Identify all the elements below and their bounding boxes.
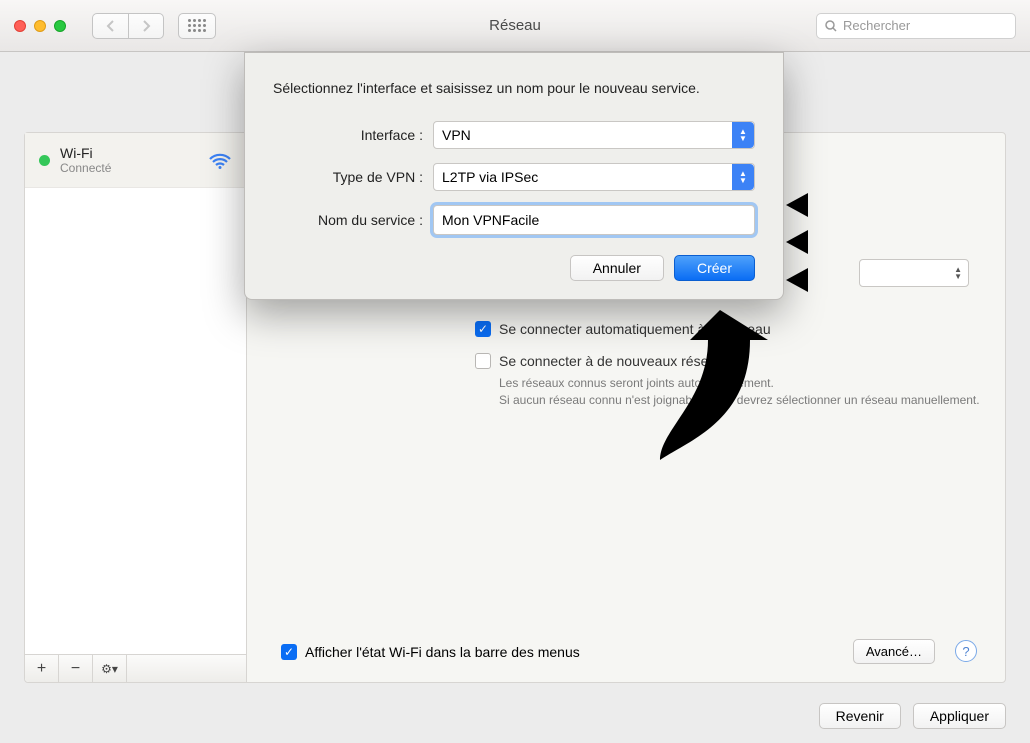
revert-button[interactable]: Revenir bbox=[819, 703, 901, 729]
sheet-buttons: Annuler Créer bbox=[273, 255, 755, 281]
auto-connect-checkbox[interactable]: ✓ bbox=[475, 321, 491, 337]
add-service-button[interactable]: + bbox=[25, 655, 59, 682]
service-actions-button[interactable]: ⚙︎▾ bbox=[93, 655, 127, 682]
service-name-label: Nom du service : bbox=[273, 212, 423, 228]
select-arrows-icon: ▲▼ bbox=[732, 164, 754, 190]
wifi-icon bbox=[208, 151, 232, 169]
search-placeholder: Rechercher bbox=[843, 18, 910, 33]
interface-label: Interface : bbox=[273, 127, 423, 143]
grid-icon bbox=[188, 19, 206, 32]
annotation-curved-arrow-icon bbox=[650, 290, 790, 475]
show-wifi-label: Afficher l'état Wi-Fi dans la barre des … bbox=[305, 644, 580, 660]
apply-button[interactable]: Appliquer bbox=[913, 703, 1006, 729]
remove-service-button[interactable]: − bbox=[59, 655, 93, 682]
location-select[interactable]: ▲▼ bbox=[859, 259, 969, 287]
traffic-lights bbox=[14, 20, 66, 32]
vpn-type-label: Type de VPN : bbox=[273, 169, 423, 185]
sidebar-toolbar-spacer bbox=[127, 655, 246, 682]
create-button[interactable]: Créer bbox=[674, 255, 755, 281]
annotation-pointer-icon bbox=[786, 268, 812, 292]
stepper-icon: ▲▼ bbox=[954, 266, 962, 280]
interface-row: Interface : VPN ▲▼ bbox=[273, 121, 755, 149]
annotation-pointer-icon bbox=[786, 230, 812, 254]
titlebar: Réseau Rechercher bbox=[0, 0, 1030, 52]
service-status: Connecté bbox=[60, 161, 198, 175]
service-name-input[interactable] bbox=[433, 205, 755, 235]
show-all-prefs-button[interactable] bbox=[178, 13, 216, 39]
new-networks-checkbox[interactable] bbox=[475, 353, 491, 369]
sidebar-empty-area bbox=[25, 188, 246, 654]
sidebar-item-wifi[interactable]: Wi-Fi Connecté bbox=[25, 133, 246, 188]
show-wifi-row: ✓ Afficher l'état Wi-Fi dans la barre de… bbox=[281, 644, 580, 660]
service-name: Wi-Fi bbox=[60, 145, 198, 161]
help-button[interactable]: ? bbox=[955, 640, 977, 662]
services-sidebar: Wi-Fi Connecté + − ⚙︎▾ bbox=[25, 133, 247, 682]
nav-buttons bbox=[92, 13, 164, 39]
forward-button[interactable] bbox=[128, 13, 164, 39]
service-name-row: Nom du service : bbox=[273, 205, 755, 235]
select-arrows-icon: ▲▼ bbox=[732, 122, 754, 148]
vpn-type-value: L2TP via IPSec bbox=[442, 169, 538, 185]
advanced-button[interactable]: Avancé… bbox=[853, 639, 935, 664]
annotation-pointer-icon bbox=[786, 193, 812, 217]
close-window-button[interactable] bbox=[14, 20, 26, 32]
status-dot-icon bbox=[39, 155, 50, 166]
chevron-right-icon bbox=[141, 20, 151, 32]
zoom-window-button[interactable] bbox=[54, 20, 66, 32]
sheet-prompt: Sélectionnez l'interface et saisissez un… bbox=[273, 79, 755, 99]
vpn-type-select[interactable]: L2TP via IPSec ▲▼ bbox=[433, 163, 755, 191]
service-text: Wi-Fi Connecté bbox=[60, 145, 198, 175]
back-button[interactable] bbox=[92, 13, 128, 39]
window-title: Réseau bbox=[489, 17, 541, 34]
interface-value: VPN bbox=[442, 127, 471, 143]
sidebar-toolbar: + − ⚙︎▾ bbox=[25, 654, 246, 682]
footer-buttons: Revenir Appliquer bbox=[819, 703, 1006, 729]
new-service-sheet: Sélectionnez l'interface et saisissez un… bbox=[244, 52, 784, 300]
search-icon bbox=[825, 20, 837, 32]
search-input[interactable]: Rechercher bbox=[816, 13, 1016, 39]
cancel-button[interactable]: Annuler bbox=[570, 255, 664, 281]
minimize-window-button[interactable] bbox=[34, 20, 46, 32]
interface-select[interactable]: VPN ▲▼ bbox=[433, 121, 755, 149]
show-wifi-checkbox[interactable]: ✓ bbox=[281, 644, 297, 660]
vpn-type-row: Type de VPN : L2TP via IPSec ▲▼ bbox=[273, 163, 755, 191]
chevron-left-icon bbox=[106, 20, 116, 32]
